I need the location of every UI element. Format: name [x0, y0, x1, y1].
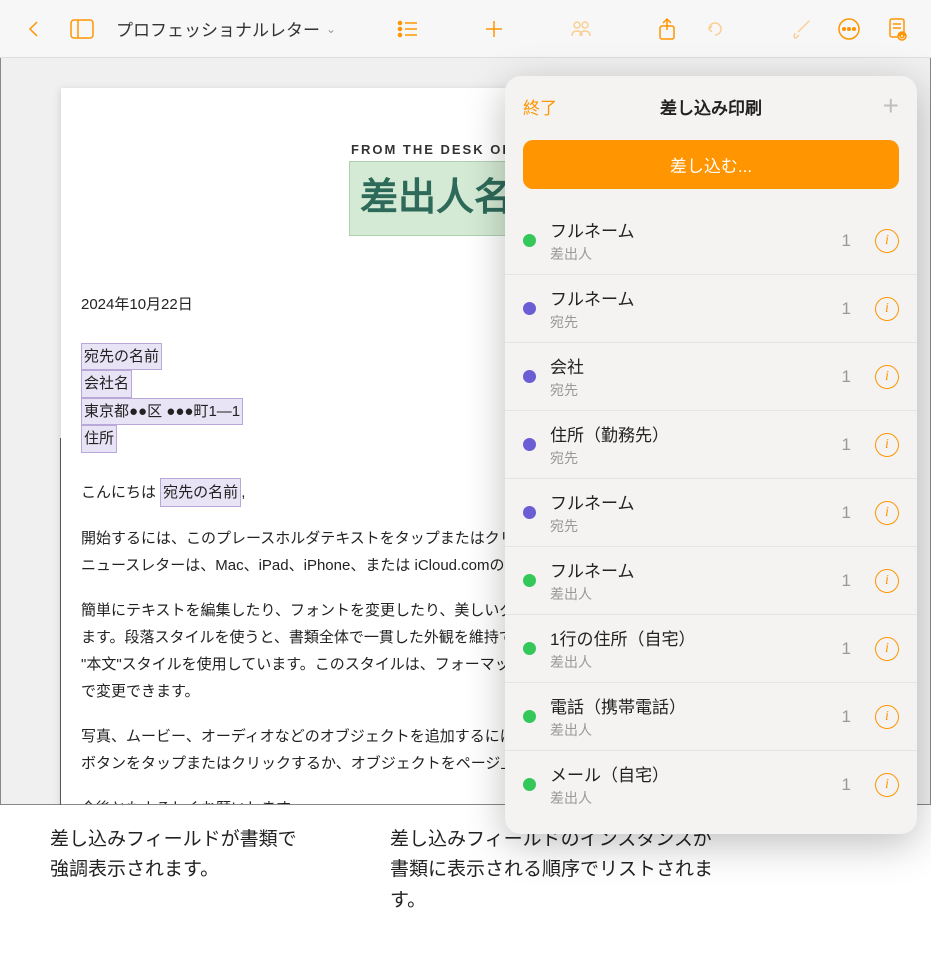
field-name: メール（自宅） — [550, 761, 828, 786]
info-button[interactable]: i — [875, 297, 899, 321]
greeting-prefix: こんにちは — [81, 484, 160, 501]
field-sub: 宛先 — [550, 448, 828, 468]
field-sub: 差出人 — [550, 584, 828, 604]
field-row[interactable]: フルネーム差出人 1 i — [505, 207, 917, 274]
greeting-suffix: , — [241, 484, 245, 501]
info-button[interactable]: i — [875, 229, 899, 253]
info-button[interactable]: i — [875, 501, 899, 525]
status-dot-icon — [523, 438, 536, 451]
popover-header: 終了 差し込み印刷 + — [505, 76, 917, 132]
field-name: 1行の住所（自宅） — [550, 625, 828, 650]
document-title-text: プロフェッショナルレター — [116, 16, 320, 41]
greeting-recipient-field[interactable]: 宛先の名前 — [160, 478, 241, 507]
field-row[interactable]: フルネーム差出人 1 i — [505, 546, 917, 614]
add-button[interactable] — [472, 9, 516, 49]
info-button[interactable]: i — [875, 637, 899, 661]
field-name: フルネーム — [550, 557, 828, 582]
field-texts: フルネーム宛先 — [550, 285, 828, 332]
field-name: 住所（勤務先） — [550, 421, 828, 446]
info-button[interactable]: i — [875, 773, 899, 797]
field-count: 1 — [842, 571, 851, 591]
city-field[interactable]: 東京都●●区 ●●●町1—1 — [81, 398, 243, 426]
mail-merge-popover: 終了 差し込み印刷 + 差し込む... フルネーム差出人1iフルネーム宛先1i会… — [505, 76, 917, 834]
list-button[interactable] — [386, 9, 430, 49]
field-name: フルネーム — [550, 489, 828, 514]
field-name: フルネーム — [550, 217, 828, 242]
field-texts: フルネーム差出人 — [550, 217, 828, 264]
collab-button[interactable] — [559, 9, 603, 49]
back-button[interactable] — [12, 9, 56, 49]
share-button[interactable] — [645, 9, 689, 49]
more-button[interactable] — [827, 9, 871, 49]
chevron-down-icon: ⌄ — [326, 22, 336, 36]
field-sub: 差出人 — [550, 720, 828, 740]
field-row[interactable]: メール（自宅）差出人 1 i — [505, 750, 917, 818]
field-row[interactable]: フルネーム宛先 1 i — [505, 478, 917, 546]
field-name: 会社 — [550, 353, 828, 378]
callout-line-left — [60, 438, 72, 828]
popover-title: 差し込み印刷 — [505, 94, 917, 119]
field-count: 1 — [842, 435, 851, 455]
company-field[interactable]: 会社名 — [81, 370, 132, 398]
field-sub: 宛先 — [550, 312, 828, 332]
toolbar: プロフェッショナルレター ⌄ — [0, 0, 931, 58]
field-sub: 宛先 — [550, 516, 828, 536]
recipient-name-field[interactable]: 宛先の名前 — [81, 343, 162, 371]
street-field[interactable]: 住所 — [81, 425, 117, 453]
field-row[interactable]: 会社宛先 1 i — [505, 342, 917, 410]
field-name: フルネーム — [550, 285, 828, 310]
field-row[interactable]: 住所（勤務先）宛先 1 i — [505, 410, 917, 478]
status-dot-icon — [523, 710, 536, 723]
field-texts: メール（自宅）差出人 — [550, 761, 828, 808]
field-count: 1 — [842, 775, 851, 795]
field-count: 1 — [842, 367, 851, 387]
undo-button[interactable] — [693, 9, 737, 49]
format-brush-button[interactable] — [779, 9, 823, 49]
add-field-button[interactable]: + — [883, 90, 899, 122]
info-button[interactable]: i — [875, 705, 899, 729]
field-sub: 差出人 — [550, 652, 828, 672]
field-texts: フルネーム宛先 — [550, 489, 828, 536]
status-dot-icon — [523, 574, 536, 587]
field-count: 1 — [842, 299, 851, 319]
done-button[interactable]: 終了 — [523, 94, 557, 119]
popover-arrow — [847, 76, 871, 78]
field-texts: 1行の住所（自宅）差出人 — [550, 625, 828, 672]
field-sub: 差出人 — [550, 788, 828, 808]
field-row[interactable]: フルネーム宛先 1 i — [505, 274, 917, 342]
field-name: 電話（携帯電話） — [550, 693, 828, 718]
status-dot-icon — [523, 302, 536, 315]
field-sub: 宛先 — [550, 380, 828, 400]
field-count: 1 — [842, 639, 851, 659]
field-texts: フルネーム差出人 — [550, 557, 828, 604]
field-count: 1 — [842, 503, 851, 523]
field-row[interactable]: 電話（携帯電話）差出人 1 i — [505, 682, 917, 750]
field-count: 1 — [842, 707, 851, 727]
field-count: 1 — [842, 231, 851, 251]
status-dot-icon — [523, 370, 536, 383]
sender-name-field[interactable]: 差出人名 — [349, 161, 523, 235]
status-dot-icon — [523, 234, 536, 247]
field-texts: 電話（携帯電話）差出人 — [550, 693, 828, 740]
info-button[interactable]: i — [875, 365, 899, 389]
sidebar-toggle[interactable] — [60, 9, 104, 49]
callout-right: 差し込みフィールドのインスタンスが書類に表示される順序でリストされます。 — [390, 825, 730, 935]
info-button[interactable]: i — [875, 433, 899, 457]
field-row[interactable]: 1行の住所（自宅）差出人 1 i — [505, 614, 917, 682]
document-title[interactable]: プロフェッショナルレター ⌄ — [116, 16, 336, 41]
callout-left: 差し込みフィールドが書類で強調表示されます。 — [50, 825, 310, 935]
status-dot-icon — [523, 778, 536, 791]
info-button[interactable]: i — [875, 569, 899, 593]
field-sub: 差出人 — [550, 244, 828, 264]
field-list: フルネーム差出人1iフルネーム宛先1i会社宛先1i住所（勤務先）宛先1iフルネー… — [505, 207, 917, 834]
field-texts: 会社宛先 — [550, 353, 828, 400]
status-dot-icon — [523, 642, 536, 655]
field-texts: 住所（勤務先）宛先 — [550, 421, 828, 468]
document-options-button[interactable] — [875, 9, 919, 49]
status-dot-icon — [523, 506, 536, 519]
merge-button[interactable]: 差し込む... — [523, 140, 899, 189]
